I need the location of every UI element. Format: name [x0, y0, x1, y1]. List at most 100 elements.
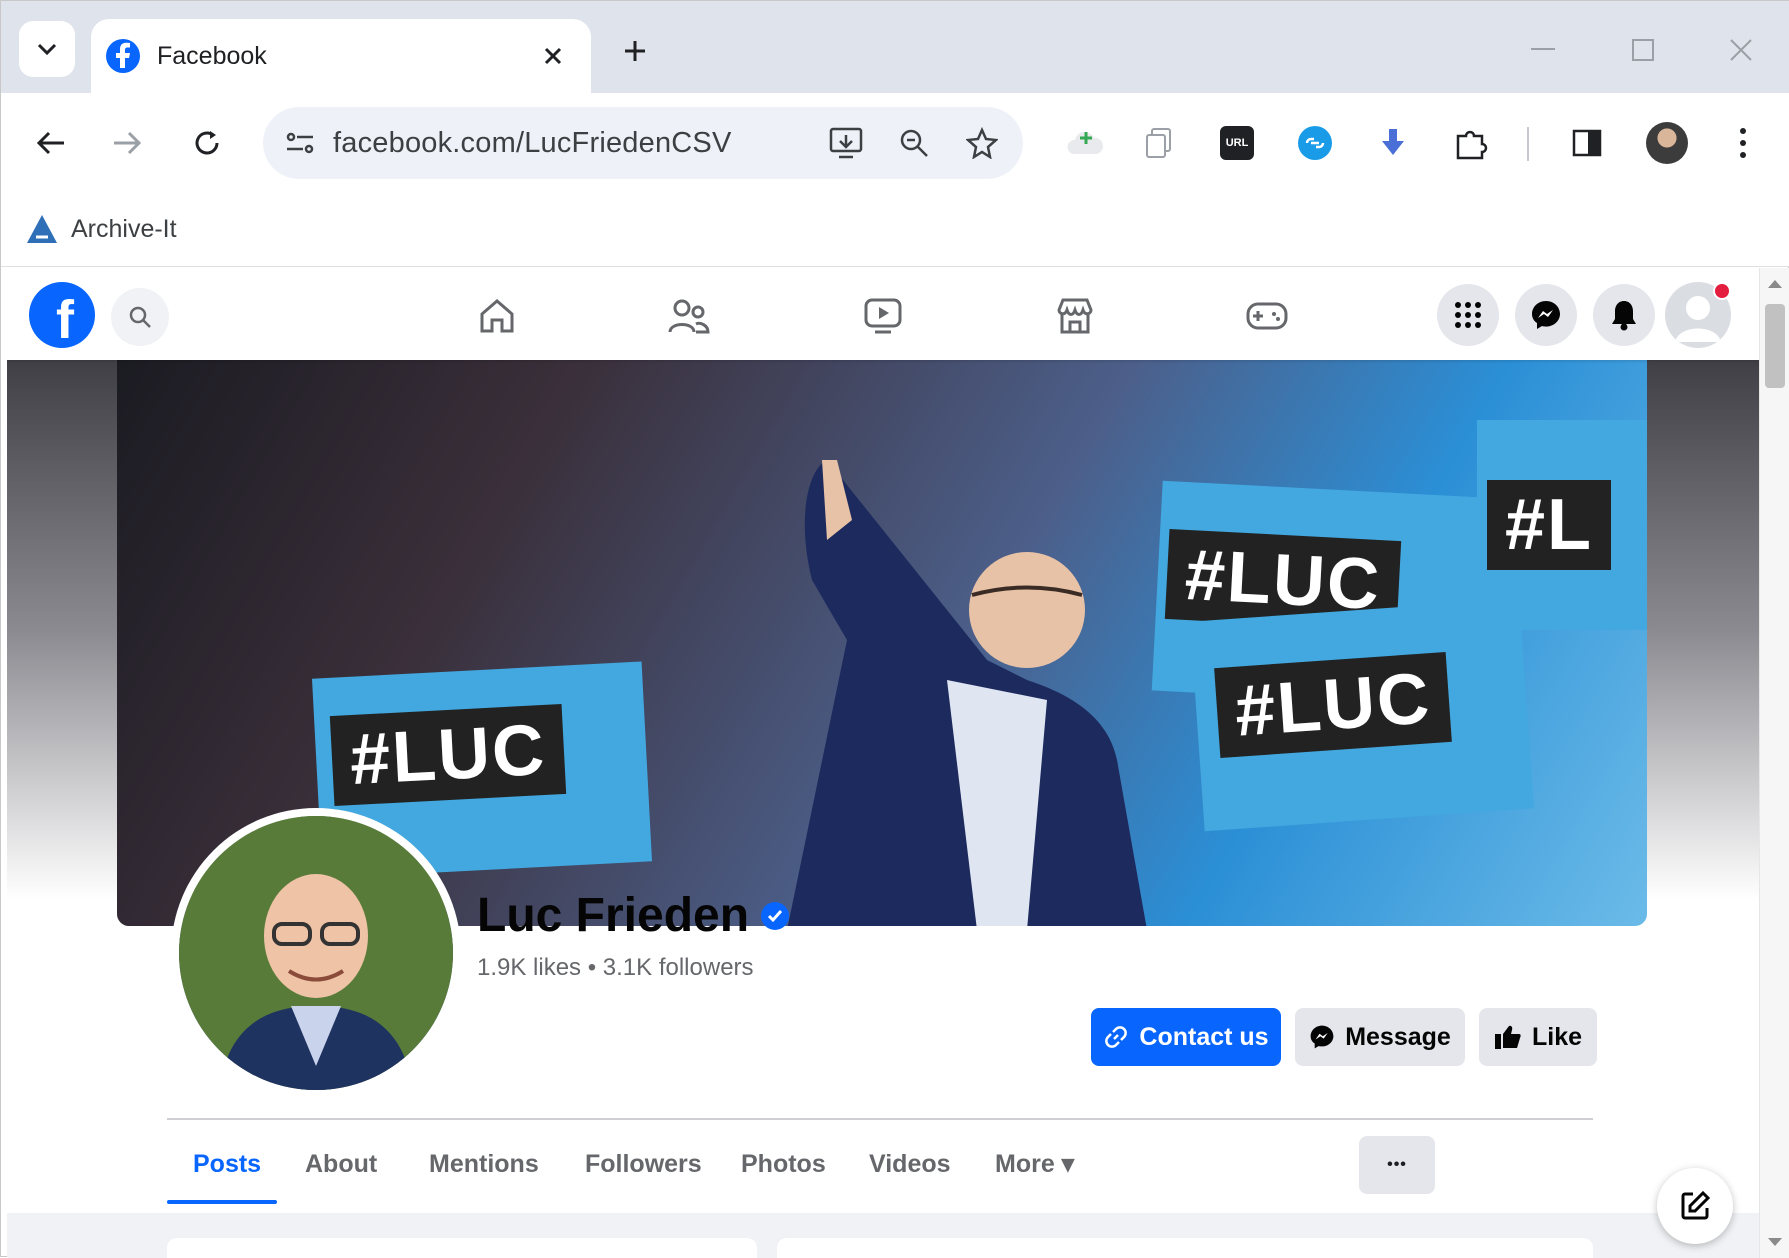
extension-url-button[interactable]: URL	[1211, 117, 1263, 169]
scroll-up-arrow-icon[interactable]	[1768, 278, 1782, 288]
nav-watch[interactable]	[823, 286, 943, 346]
messenger-button[interactable]	[1515, 284, 1577, 346]
intro-card	[167, 1238, 757, 1258]
nav-home[interactable]	[437, 286, 557, 346]
zoom-button[interactable]	[887, 116, 941, 170]
cover-person-waving	[787, 460, 1147, 926]
address-bar[interactable]: facebook.com/LucFriedenCSV	[263, 107, 1023, 179]
window-close-button[interactable]	[1711, 25, 1771, 75]
like-button[interactable]: Like	[1479, 1008, 1597, 1066]
bookmark-archive-it[interactable]: Archive-It	[25, 207, 177, 251]
reload-icon	[195, 131, 219, 155]
cover-sign-text: #L	[1487, 480, 1612, 570]
menu-button[interactable]	[1437, 284, 1499, 346]
maximize-icon	[1632, 39, 1654, 61]
bookmarks-bar: Archive-It	[1, 193, 1789, 267]
tab-posts[interactable]: Posts	[193, 1124, 261, 1204]
plus-icon	[625, 41, 645, 61]
active-tab-indicator	[167, 1200, 277, 1204]
extension-add-button[interactable]	[1059, 117, 1111, 169]
nav-friends[interactable]	[629, 286, 749, 346]
thumbs-up-icon	[1494, 1025, 1521, 1049]
posts-card	[777, 1238, 1593, 1258]
facebook-favicon-icon	[106, 39, 140, 73]
close-icon	[1730, 39, 1752, 61]
facebook-logo[interactable]: f	[29, 282, 95, 350]
page-viewport: #LUC #LUC #LUC #L f Luc Frieden 1.9K lik…	[7, 268, 1759, 1258]
facebook-logo-letter: f	[56, 290, 74, 350]
profile-photo	[179, 816, 453, 1090]
profile-person-figure	[179, 816, 453, 1090]
tab-title: Facebook	[157, 41, 267, 70]
extension-download-button[interactable]	[1367, 117, 1419, 169]
tab-close-button[interactable]	[533, 36, 573, 76]
profile-stats[interactable]: 1.9K likes • 3.1K followers	[477, 954, 754, 982]
tab-videos[interactable]: Videos	[869, 1124, 951, 1204]
tab-mentions[interactable]: Mentions	[429, 1124, 539, 1204]
new-tab-button[interactable]	[613, 29, 657, 73]
extension-wayback-button[interactable]	[1289, 117, 1341, 169]
tab-about[interactable]: About	[305, 1124, 377, 1204]
profile-avatar	[1646, 122, 1688, 164]
back-button[interactable]	[25, 117, 77, 169]
tab-followers[interactable]: Followers	[585, 1124, 702, 1204]
home-icon	[480, 299, 514, 333]
contact-us-label: Contact us	[1139, 1022, 1269, 1051]
scrollbar-thumb[interactable]	[1765, 304, 1785, 388]
more-options-button[interactable]: •••	[1359, 1136, 1435, 1194]
archive-it-logo-icon	[27, 215, 57, 243]
cover-sign-text: #LUC	[1214, 652, 1452, 758]
link-circle-icon	[1298, 126, 1332, 160]
install-icon	[829, 127, 863, 159]
check-icon	[767, 909, 783, 922]
profile-name-row: Luc Frieden	[477, 888, 790, 943]
close-icon	[544, 47, 562, 65]
bookmark-star-button[interactable]	[955, 116, 1009, 170]
tab-label: Videos	[869, 1149, 951, 1178]
tab-search-button[interactable]	[19, 21, 75, 77]
profile-divider	[167, 1118, 1593, 1120]
browser-menu-button[interactable]	[1717, 117, 1769, 169]
nav-marketplace[interactable]	[1015, 286, 1135, 346]
side-panel-button[interactable]	[1561, 117, 1613, 169]
profile-picture[interactable]	[171, 808, 461, 1098]
tab-more[interactable]: More ▾	[995, 1124, 1074, 1204]
new-message-button[interactable]	[1657, 1168, 1733, 1244]
grid-menu-icon	[1455, 302, 1481, 328]
puzzle-icon	[1456, 130, 1488, 160]
side-panel-icon	[1572, 129, 1602, 157]
reload-button[interactable]	[181, 117, 233, 169]
tab-photos[interactable]: Photos	[741, 1124, 826, 1204]
install-app-button[interactable]	[819, 116, 873, 170]
notifications-button[interactable]	[1593, 284, 1655, 346]
nav-gaming[interactable]	[1207, 286, 1327, 346]
url-text[interactable]: facebook.com/LucFriedenCSV	[333, 127, 819, 160]
site-settings-icon[interactable]	[285, 130, 315, 156]
tab-label: Followers	[585, 1149, 702, 1178]
browser-toolbar: facebook.com/LucFriedenCSV URL	[1, 93, 1789, 193]
scroll-down-arrow-icon[interactable]	[1768, 1238, 1782, 1248]
friends-icon	[668, 299, 710, 334]
facebook-search-button[interactable]	[111, 288, 169, 346]
profile-button[interactable]	[1641, 117, 1693, 169]
video-icon	[864, 298, 902, 334]
download-arrow-icon	[1382, 129, 1404, 155]
minimize-icon	[1531, 48, 1555, 50]
contact-us-button[interactable]: Contact us	[1091, 1008, 1281, 1066]
kebab-menu-icon	[1740, 128, 1746, 158]
maximize-button[interactable]	[1613, 25, 1673, 75]
verified-badge-icon[interactable]	[761, 901, 790, 930]
minimize-button[interactable]	[1513, 25, 1573, 75]
page-scrollbar[interactable]	[1759, 268, 1789, 1258]
messenger-icon	[1310, 1025, 1334, 1049]
tab-label: About	[305, 1149, 378, 1178]
extension-copy-button[interactable]	[1133, 117, 1185, 169]
forward-button[interactable]	[101, 117, 153, 169]
arrow-left-icon	[36, 131, 64, 155]
notification-badge	[1713, 282, 1731, 300]
browser-tab-facebook[interactable]: Facebook	[91, 19, 591, 93]
extensions-button[interactable]	[1445, 117, 1497, 169]
tab-strip: Facebook	[1, 1, 1789, 93]
toolbar-separator	[1527, 127, 1529, 161]
message-button[interactable]: Message	[1295, 1008, 1465, 1066]
